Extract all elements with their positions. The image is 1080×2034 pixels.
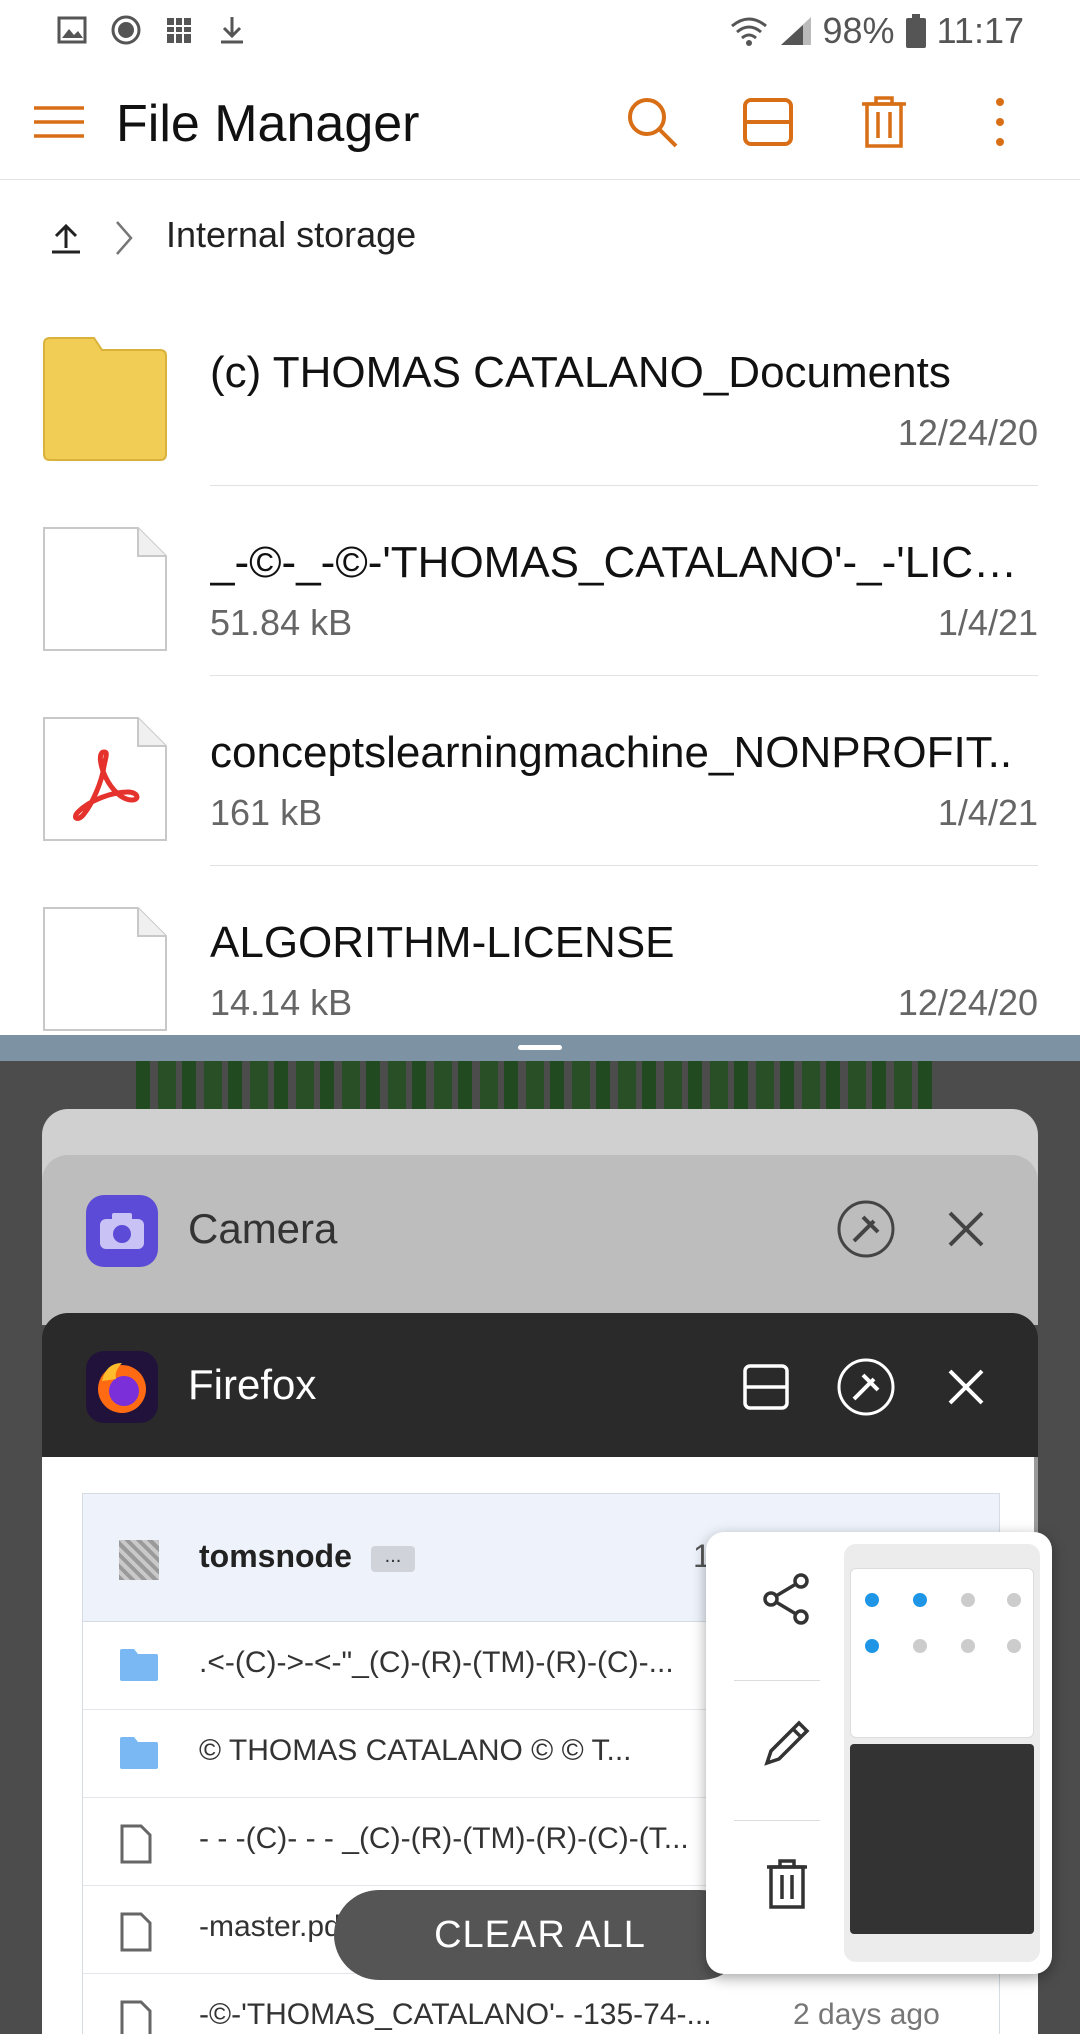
page-title: File Manager bbox=[116, 95, 420, 153]
app-label: Camera bbox=[188, 1205, 338, 1252]
close-icon[interactable] bbox=[936, 1199, 996, 1259]
breadcrumb: Internal storage bbox=[0, 200, 1080, 280]
pin-icon[interactable] bbox=[836, 1199, 896, 1259]
file-size: 14.14 kB bbox=[210, 982, 353, 1023]
battery-icon bbox=[905, 14, 926, 48]
file-size: 161 kB bbox=[210, 792, 323, 833]
file-date: 12/24/20 bbox=[897, 412, 1038, 453]
calendar-grid-icon bbox=[167, 18, 191, 43]
item-name: -©-'THOMAS_CATALANO'- -135-74-... bbox=[199, 1998, 712, 2031]
avatar[interactable] bbox=[119, 1540, 159, 1580]
file-date: 1/4/21 bbox=[937, 602, 1038, 643]
signal-icon bbox=[780, 17, 811, 45]
file-manager-window: 98% 11:17 File Manager Internal storage … bbox=[0, 0, 1080, 1035]
download-icon bbox=[221, 17, 243, 44]
camera-app-icon bbox=[86, 1195, 158, 1267]
status-bar: 98% 11:17 bbox=[0, 0, 1080, 64]
file-row[interactable]: (c) THOMAS CATALANO_Documents 12/24/20 bbox=[0, 296, 1080, 486]
split-screen-divider[interactable] bbox=[0, 1035, 1080, 1061]
folder-icon bbox=[43, 337, 167, 461]
file-name: (c) THOMAS CATALANO_Documents bbox=[210, 348, 951, 397]
file-date: 12/24/20 bbox=[897, 982, 1038, 1023]
more-options-icon[interactable] bbox=[970, 92, 1030, 152]
download-circle-icon bbox=[111, 15, 141, 45]
close-icon[interactable] bbox=[936, 1357, 996, 1417]
chevron-right-icon bbox=[116, 221, 133, 255]
edit-button[interactable] bbox=[732, 1688, 842, 1798]
divider bbox=[734, 1680, 820, 1681]
pdf-icon bbox=[43, 717, 167, 841]
pencil-icon bbox=[764, 1720, 810, 1766]
folder-icon bbox=[120, 1737, 158, 1769]
file-icon bbox=[120, 1912, 152, 1952]
delete-button[interactable] bbox=[732, 1828, 842, 1938]
pin-icon[interactable] bbox=[836, 1357, 896, 1417]
item-name: © THOMAS CATALANO © © T... bbox=[199, 1734, 632, 1767]
file-row[interactable]: conceptslearningmachine_NONPROFIT.. 161 … bbox=[0, 676, 1080, 866]
item-age: 2 days ago bbox=[793, 1998, 940, 2031]
document-icon bbox=[43, 907, 167, 1031]
app-label: Firefox bbox=[188, 1361, 317, 1408]
background-qr-image bbox=[136, 1061, 936, 1113]
file-row[interactable]: ALGORITHM-LICENSE 14.14 kB 12/24/20 bbox=[0, 866, 1080, 1035]
split-view-icon[interactable] bbox=[736, 1357, 796, 1417]
screenshot-thumbnail[interactable] bbox=[844, 1544, 1040, 1962]
share-icon bbox=[763, 1573, 809, 1625]
file-size: 51.84 kB bbox=[210, 602, 353, 643]
clock: 11:17 bbox=[936, 10, 1024, 51]
file-name: _-©-_-©-'THOMAS_CATALANO'-_-'LICEN.. bbox=[210, 538, 1040, 587]
username[interactable]: tomsnode bbox=[199, 1538, 352, 1575]
trash-icon bbox=[767, 1859, 807, 1909]
firefox-app-icon bbox=[86, 1351, 158, 1423]
file-date: 1/4/21 bbox=[937, 792, 1038, 833]
search-icon[interactable] bbox=[622, 92, 682, 152]
file-name: conceptslearningmachine_NONPROFIT.. bbox=[210, 728, 1013, 777]
split-view-icon[interactable] bbox=[738, 92, 798, 152]
file-row[interactable]: _-©-_-©-'THOMAS_CATALANO'-_-'LICEN.. 51.… bbox=[0, 486, 1080, 676]
quick-settings-preview bbox=[850, 1568, 1034, 1738]
more-button[interactable]: ... bbox=[371, 1546, 415, 1572]
item-name: - - -(C)- - - _(C)-(R)-(TM)-(R)-(C)-(T..… bbox=[199, 1822, 689, 1855]
file-icon bbox=[120, 1824, 152, 1864]
trash-icon[interactable] bbox=[854, 92, 914, 152]
clear-all-button[interactable]: CLEAR ALL bbox=[334, 1890, 746, 1980]
divider-handle[interactable] bbox=[518, 1045, 562, 1050]
share-button[interactable] bbox=[732, 1544, 842, 1654]
divider bbox=[734, 1820, 820, 1821]
wifi-icon bbox=[730, 17, 767, 46]
gallery-icon bbox=[57, 16, 87, 44]
battery-percent: 98% bbox=[822, 10, 895, 51]
file-icon bbox=[120, 2000, 152, 2034]
menu-icon[interactable] bbox=[30, 92, 90, 152]
recent-app-camera[interactable]: Camera bbox=[42, 1155, 1038, 1325]
breadcrumb-location[interactable]: Internal storage bbox=[166, 214, 416, 256]
list-item[interactable]: -©-'THOMAS_CATALANO'- -135-74-... 2 days… bbox=[83, 1974, 999, 2034]
up-arrow-icon[interactable] bbox=[48, 218, 84, 258]
item-name: .<-(C)->-<-"_(C)-(R)-(TM)-(R)-(C)-... bbox=[199, 1646, 674, 1679]
file-name: ALGORITHM-LICENSE bbox=[210, 918, 675, 967]
screenshot-toolbar bbox=[706, 1532, 1052, 1974]
folder-icon bbox=[120, 1649, 158, 1681]
recent-apps-preview bbox=[850, 1744, 1034, 1934]
document-icon bbox=[43, 527, 167, 651]
app-bar: File Manager bbox=[0, 64, 1080, 180]
